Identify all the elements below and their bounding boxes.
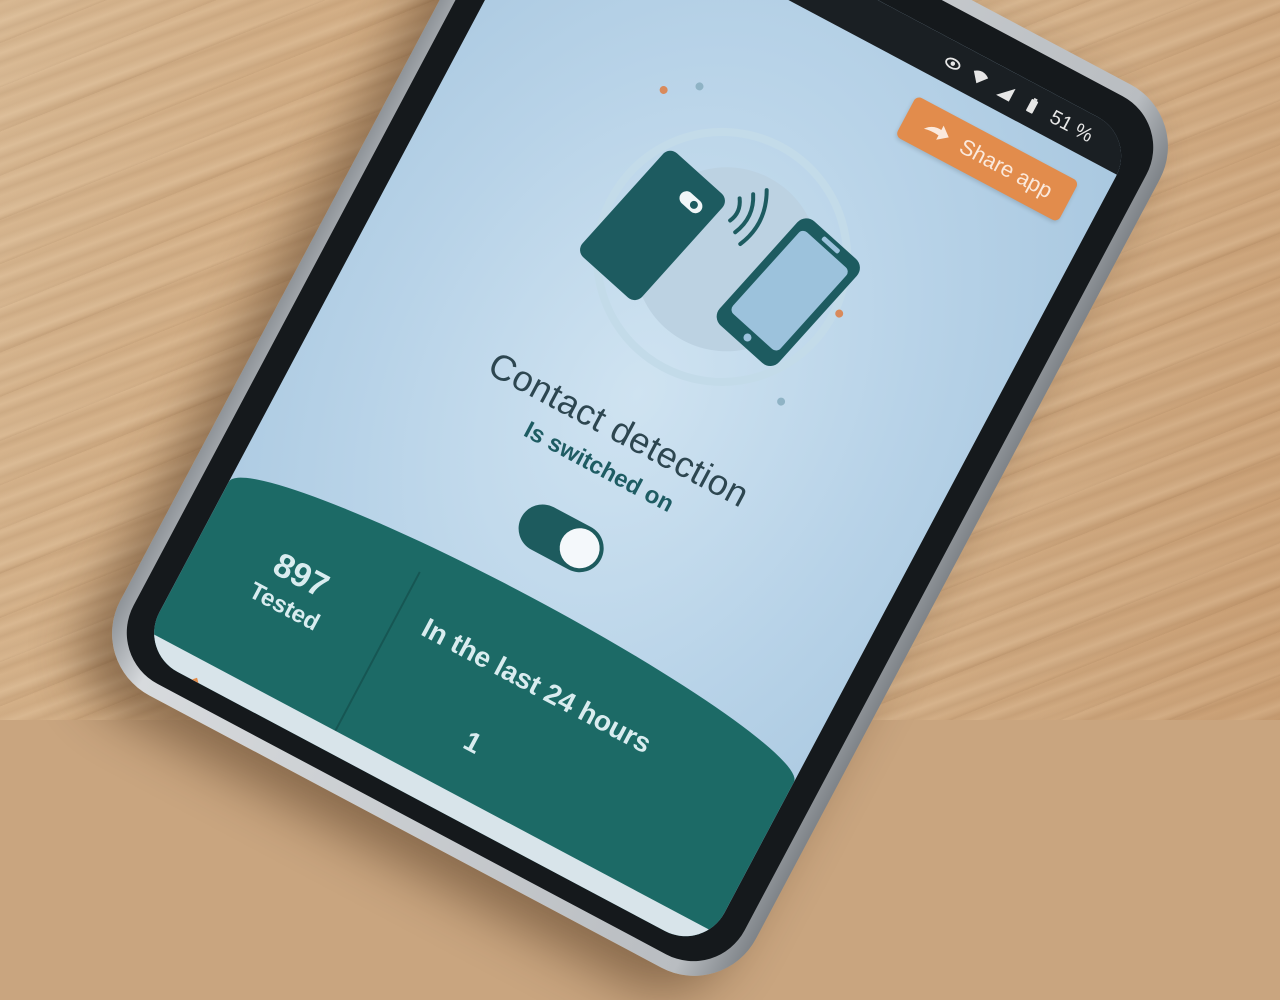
decor-dot bbox=[695, 82, 704, 91]
arrow-right-icon bbox=[924, 125, 950, 140]
decor-dot bbox=[659, 85, 668, 94]
arrow-up-icon bbox=[163, 666, 219, 712]
period-count: 1 bbox=[458, 724, 488, 760]
share-app-label: Share app bbox=[955, 133, 1057, 204]
contact-detection-toggle[interactable] bbox=[510, 496, 613, 581]
toggle-knob bbox=[552, 521, 607, 576]
battery-icon bbox=[1026, 98, 1039, 114]
decor-dot bbox=[777, 397, 786, 406]
eye-icon bbox=[945, 57, 961, 70]
tested-stat: 897 Tested bbox=[244, 541, 343, 637]
signal-icon bbox=[996, 89, 1016, 102]
stats-divider bbox=[325, 571, 421, 749]
wifi-icon bbox=[974, 70, 989, 84]
battery-percentage: 51 % bbox=[1046, 105, 1097, 147]
period-label: In the last 24 hours bbox=[416, 612, 657, 760]
